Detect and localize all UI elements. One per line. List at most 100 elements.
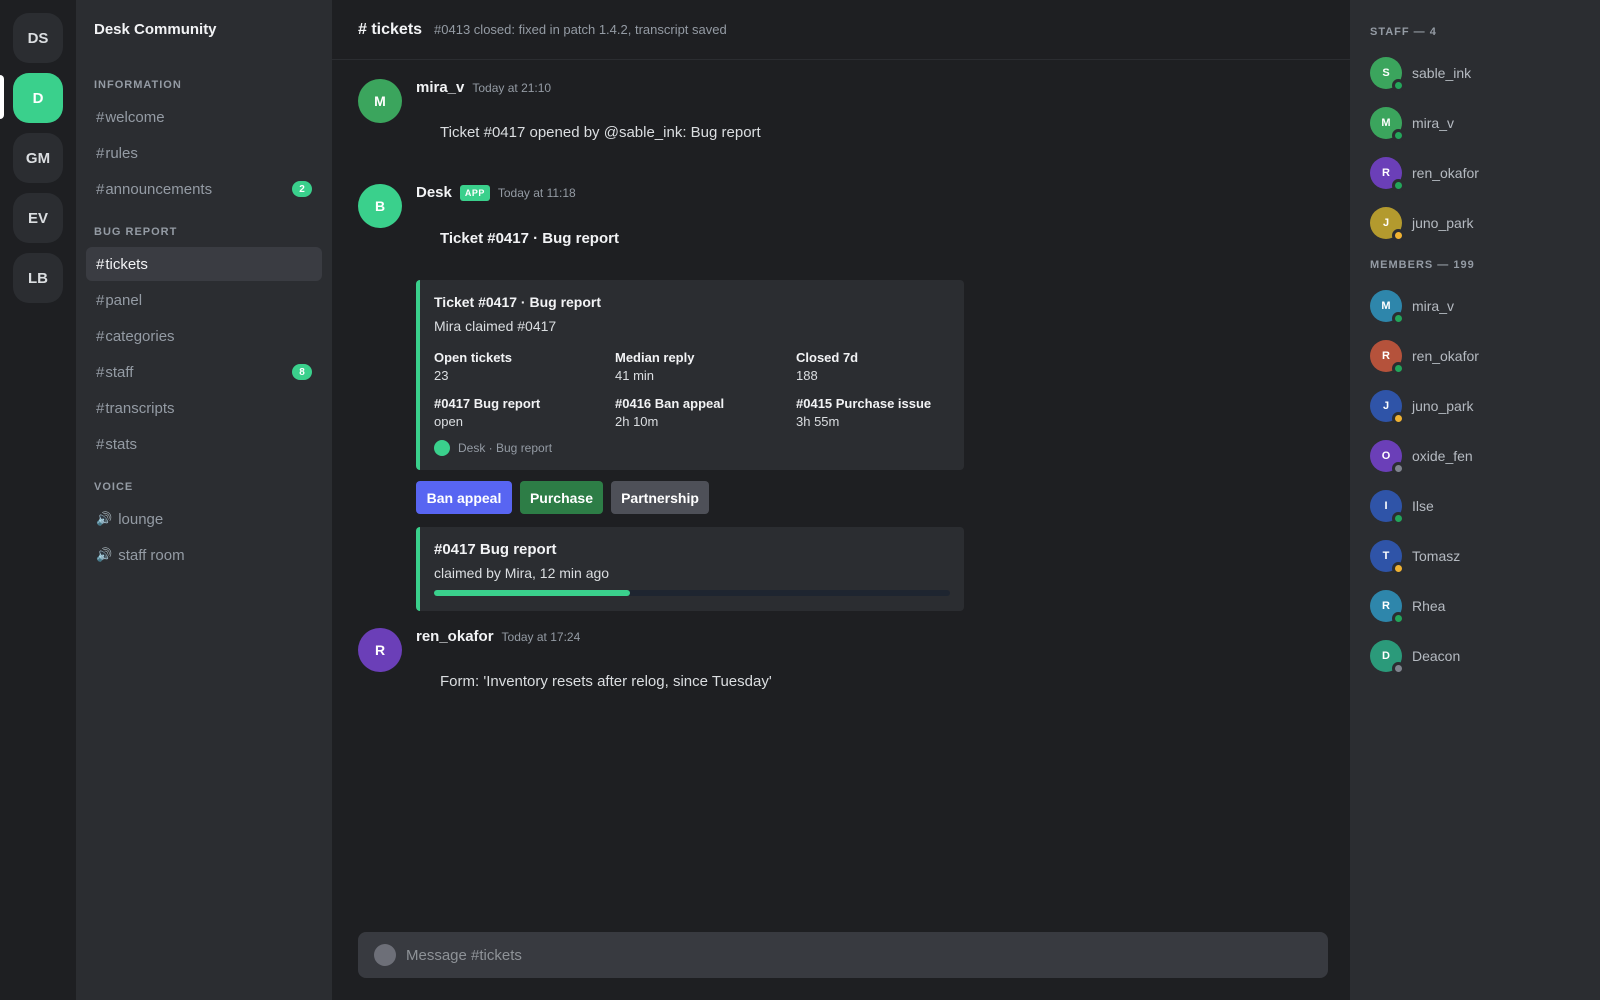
status-indicator xyxy=(1392,79,1405,92)
footer-text: Desk · Bug report xyxy=(458,441,553,455)
avatar[interactable]: M xyxy=(1370,107,1405,142)
avatar[interactable]: B xyxy=(358,184,402,228)
member-item[interactable]: I Ilse xyxy=(1370,486,1580,526)
avatar[interactable]: J xyxy=(1370,390,1405,425)
message-author[interactable]: mira_v xyxy=(416,79,464,96)
member-item[interactable]: Mmira_v xyxy=(1370,286,1580,326)
member-item[interactable]: D Deacon xyxy=(1370,636,1580,676)
channel-label: staff xyxy=(105,363,134,381)
channel-label: stats xyxy=(105,435,138,453)
status-indicator xyxy=(1392,412,1405,425)
member-item[interactable]: Ooxide_fen xyxy=(1370,436,1580,476)
status-indicator xyxy=(1392,229,1405,242)
category-voice[interactable]: VOICE xyxy=(94,481,133,493)
hash-icon: # xyxy=(96,144,105,162)
field-value: 2h 10m xyxy=(615,414,659,429)
voice-channel-lounge[interactable]: 🔊 lounge xyxy=(86,502,322,536)
channel-transcripts[interactable]: # transcripts xyxy=(86,391,322,425)
avatar[interactable]: R xyxy=(1370,590,1405,625)
ban-appeal-button[interactable]: Ban appeal xyxy=(416,481,512,514)
member-name: ren_okafor xyxy=(1412,348,1479,364)
member-item[interactable]: Rren_okafor xyxy=(1370,153,1580,193)
partnership-button[interactable]: Partnership xyxy=(611,481,709,514)
voice-channel-staff-room[interactable]: 🔊 staff room xyxy=(86,538,322,572)
active-server-indicator xyxy=(0,75,4,119)
hash-icon: # xyxy=(96,180,105,198)
avatar[interactable]: R xyxy=(1370,157,1405,192)
member-name: mira_v xyxy=(1412,115,1455,131)
message-composer[interactable] xyxy=(358,932,1328,978)
members-header: MEMBERS — 199 xyxy=(1370,259,1475,271)
member-item[interactable]: Rren_okafor xyxy=(1370,336,1580,376)
status-indicator xyxy=(1392,662,1405,675)
member-item[interactable]: Mmira_v xyxy=(1370,103,1580,143)
avatar[interactable]: D xyxy=(1370,640,1405,675)
server-ev[interactable]: EV xyxy=(13,193,63,243)
category-bug-report[interactable]: BUG REPORT xyxy=(94,226,177,238)
status-indicator xyxy=(1392,312,1405,325)
message-timestamp: Today at 11:18 xyxy=(497,185,576,200)
member-item[interactable]: Jjuno_park xyxy=(1370,203,1580,243)
bot-icon xyxy=(434,440,450,456)
channel-label: tickets xyxy=(105,255,148,273)
avatar[interactable]: R xyxy=(358,628,402,672)
message-author[interactable]: Desk xyxy=(416,184,452,201)
channel-header: # tickets #0413 closed: fixed in patch 1… xyxy=(332,0,1350,60)
field-value: 188 xyxy=(796,368,818,383)
channel-categories[interactable]: # categories xyxy=(86,319,322,353)
member-list: STAFF — 4 Ssable_ink Mmira_v Rren_okafor Jj… xyxy=(1350,0,1600,1000)
category-information[interactable]: INFORMATION xyxy=(94,79,182,91)
avatar[interactable]: I xyxy=(1370,490,1405,525)
purchase-button[interactable]: Purchase xyxy=(520,481,603,514)
member-name: Rhea xyxy=(1412,598,1446,614)
channel-announcements[interactable]: # announcements 2 xyxy=(86,172,322,206)
member-item[interactable]: R Rhea xyxy=(1370,586,1580,626)
channel-label: announcements xyxy=(105,180,213,198)
server-ds[interactable]: DS xyxy=(13,13,63,63)
attach-icon[interactable] xyxy=(374,944,396,966)
field-name: #0416 Ban appeal xyxy=(615,396,725,411)
member-item[interactable]: Jjuno_park xyxy=(1370,386,1580,426)
status-indicator xyxy=(1392,179,1405,192)
avatar[interactable]: S xyxy=(1370,57,1405,92)
field-name: Closed 7d xyxy=(796,350,859,365)
message-input[interactable] xyxy=(406,946,1286,964)
channel-label: transcripts xyxy=(105,399,175,417)
channel-rules[interactable]: # rules xyxy=(86,136,322,170)
status-indicator xyxy=(1392,362,1405,375)
channel-tickets[interactable]: # tickets xyxy=(86,247,322,281)
channel-title: # tickets xyxy=(358,20,423,38)
avatar[interactable]: O xyxy=(1370,440,1405,475)
status-indicator xyxy=(1392,612,1405,625)
avatar[interactable]: M xyxy=(1370,290,1405,325)
staff-header: STAFF — 4 xyxy=(1370,26,1437,38)
member-name: mira_v xyxy=(1412,298,1455,314)
channel-staff[interactable]: # staff 8 xyxy=(86,355,322,389)
channel-stats[interactable]: # stats xyxy=(86,427,322,461)
server-gm[interactable]: GM xyxy=(13,133,63,183)
member-item[interactable]: Ssable_ink xyxy=(1370,53,1580,93)
embed-field: #0417 Bug report open xyxy=(434,396,604,429)
server-desk[interactable]: D xyxy=(13,73,63,123)
avatar[interactable]: T xyxy=(1370,540,1405,575)
claim-card: #0417 Bug report claimed by Mira, 12 min… xyxy=(416,527,964,611)
message-body: Form: 'Inventory resets after relog, sin… xyxy=(440,673,772,690)
avatar[interactable]: M xyxy=(358,79,402,123)
message-author[interactable]: ren_okafor xyxy=(416,628,494,645)
avatar[interactable]: R xyxy=(1370,340,1405,375)
avatar[interactable]: J xyxy=(1370,207,1405,242)
member-item[interactable]: T Tomasz xyxy=(1370,536,1580,576)
field-name: #0417 Bug report xyxy=(434,396,541,411)
message-header: ren_okafor Today at 17:24 xyxy=(416,628,580,645)
channel-label: welcome xyxy=(105,108,165,126)
embed-field: Closed 7d 188 xyxy=(796,350,966,383)
guild-name[interactable]: Desk Community xyxy=(94,21,217,38)
claim-progress-fill xyxy=(434,590,631,596)
server-lb[interactable]: LB xyxy=(13,253,63,303)
message-body: Ticket #0417 opened by @sable_ink: Bug r… xyxy=(440,124,761,141)
channel-welcome[interactable]: # welcome xyxy=(86,100,322,134)
hash-icon: # xyxy=(96,291,105,309)
hash-icon: # xyxy=(96,108,105,126)
channel-panel[interactable]: # panel xyxy=(86,283,322,317)
channel-label: lounge xyxy=(118,510,164,528)
